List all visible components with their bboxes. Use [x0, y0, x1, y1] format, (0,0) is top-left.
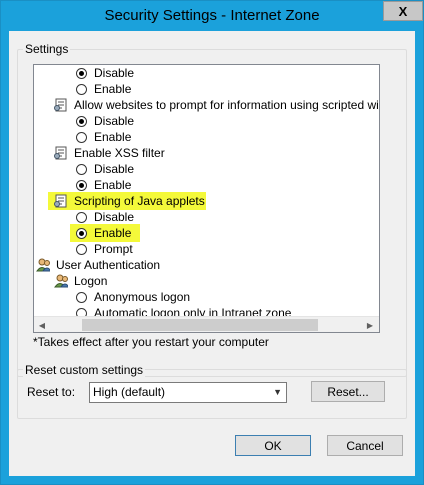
radio-unchecked-icon[interactable]	[76, 243, 87, 255]
chevron-down-icon: ▼	[273, 387, 282, 397]
radio-option[interactable]: Prompt	[76, 241, 133, 257]
row-label: Scripting of Java applets	[74, 194, 205, 208]
row-label: Disable	[94, 114, 135, 128]
cancel-button[interactable]: Cancel	[327, 435, 403, 456]
reset-group-label: Reset custom settings	[23, 363, 146, 377]
dialog-body: Settings Disable Enable Allow websites to …	[9, 31, 415, 476]
reset-to-label: Reset to:	[27, 385, 76, 399]
window-title: Security Settings - Internet Zone	[104, 7, 320, 24]
restart-note: *Takes effect after you restart your com…	[33, 335, 269, 349]
radio-checked-icon[interactable]	[76, 115, 87, 127]
ok-button[interactable]: OK	[235, 435, 311, 456]
radio-option[interactable]: Disable	[76, 161, 134, 177]
row-label: Enable XSS filter	[74, 146, 165, 160]
radio-option[interactable]: Anonymous logon	[76, 289, 190, 305]
settings-page-icon	[54, 98, 67, 112]
row-label: Disable	[94, 210, 135, 224]
radio-checked-icon[interactable]	[76, 227, 87, 239]
row-label: Enable	[94, 226, 132, 240]
setting-node[interactable]: Allow websites to prompt for information…	[54, 97, 380, 113]
group-node[interactable]: User Authentication	[36, 257, 160, 273]
users-icon	[54, 274, 68, 288]
row-label: User Authentication	[56, 258, 161, 272]
row-label: Allow websites to prompt for information…	[74, 98, 380, 112]
row-label: Anonymous logon	[94, 290, 191, 304]
radio-option[interactable]: Enable	[76, 225, 131, 241]
horizontal-scroll-thumb[interactable]	[82, 319, 318, 331]
radio-option[interactable]: Enable	[76, 177, 131, 193]
row-label: Logon	[74, 274, 108, 288]
reset-level-value: High (default)	[93, 385, 166, 399]
radio-option[interactable]: Enable	[76, 81, 131, 97]
radio-option[interactable]: Disable	[76, 209, 134, 225]
radio-checked-icon[interactable]	[76, 67, 87, 79]
radio-unchecked-icon[interactable]	[76, 131, 87, 143]
setting-node[interactable]: Enable XSS filter	[54, 145, 165, 161]
row-label: Disable	[94, 162, 135, 176]
group-node[interactable]: Logon	[54, 273, 107, 289]
settings-group-label: Settings	[23, 42, 71, 56]
row-label: Prompt	[94, 242, 133, 256]
settings-tree[interactable]: Disable Enable Allow websites to prompt fo…	[33, 64, 380, 333]
setting-node[interactable]: Scripting of Java applets	[54, 193, 205, 209]
radio-unchecked-icon[interactable]	[76, 211, 87, 223]
security-settings-window: Security Settings - Internet Zone X Sett…	[0, 0, 424, 485]
reset-level-select[interactable]: High (default) ▼	[89, 382, 287, 403]
radio-unchecked-icon[interactable]	[76, 163, 87, 175]
scroll-left-arrow-icon[interactable]: ◀	[34, 317, 50, 332]
users-icon	[36, 258, 50, 272]
reset-button[interactable]: Reset...	[311, 381, 385, 402]
radio-option[interactable]: Enable	[76, 129, 131, 145]
horizontal-scrollbar[interactable]: ◀ ▶	[34, 316, 379, 332]
settings-page-icon	[54, 194, 67, 208]
row-label: Disable	[94, 66, 135, 80]
row-label: Enable	[94, 82, 132, 96]
radio-unchecked-icon[interactable]	[76, 291, 87, 303]
radio-unchecked-icon[interactable]	[76, 83, 87, 95]
radio-option[interactable]: Disable	[76, 113, 134, 129]
close-button[interactable]: X	[383, 1, 423, 21]
row-label: Enable	[94, 130, 132, 144]
row-label: Enable	[94, 178, 132, 192]
radio-checked-icon[interactable]	[76, 179, 87, 191]
radio-option[interactable]: Disable	[76, 65, 134, 81]
scroll-right-arrow-icon[interactable]: ▶	[362, 317, 378, 332]
settings-page-icon	[54, 146, 67, 160]
title-bar[interactable]: Security Settings - Internet Zone X	[1, 1, 423, 31]
